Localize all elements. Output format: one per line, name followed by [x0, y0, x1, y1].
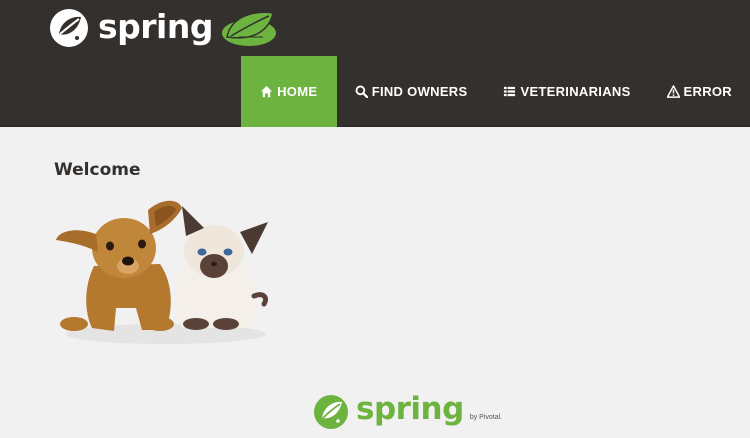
navbar: spring HOME FIND OWNERS VETERINARIANS ER…	[0, 0, 750, 127]
petclinic-leaf-icon	[221, 11, 276, 46]
footer-by-pivotal: by Pivotal.	[469, 413, 503, 421]
nav-veterinarians-label: VETERINARIANS	[520, 84, 631, 99]
nav-find-owners-label: FIND OWNERS	[371, 84, 468, 99]
nav-error-label: ERROR	[683, 84, 732, 99]
kitten-image	[175, 206, 268, 330]
footer-brand: spring	[356, 391, 464, 427]
nav-find-owners[interactable]: FIND OWNERS	[337, 56, 486, 127]
nav-error[interactable]: ERROR	[649, 56, 750, 127]
brand-name: spring	[98, 6, 213, 46]
main-nav: HOME FIND OWNERS VETERINARIANS ERROR	[240, 56, 750, 127]
footer-logo: spring by Pivotal.	[312, 391, 503, 432]
spring-logo-icon	[314, 395, 348, 429]
nav-veterinarians[interactable]: VETERINARIANS	[485, 56, 648, 127]
nav-home-label: HOME	[277, 84, 318, 99]
home-icon	[261, 85, 273, 98]
spring-logo-icon	[50, 9, 88, 47]
list-icon	[504, 86, 516, 97]
search-icon	[355, 85, 368, 98]
pets-photo	[56, 200, 268, 344]
main-content: Welcome	[54, 160, 141, 180]
puppy-image	[56, 200, 182, 331]
warning-icon	[666, 85, 680, 98]
page-title: Welcome	[54, 160, 141, 180]
nav-home[interactable]: HOME	[240, 56, 337, 127]
brand-logo[interactable]: spring	[48, 6, 279, 50]
